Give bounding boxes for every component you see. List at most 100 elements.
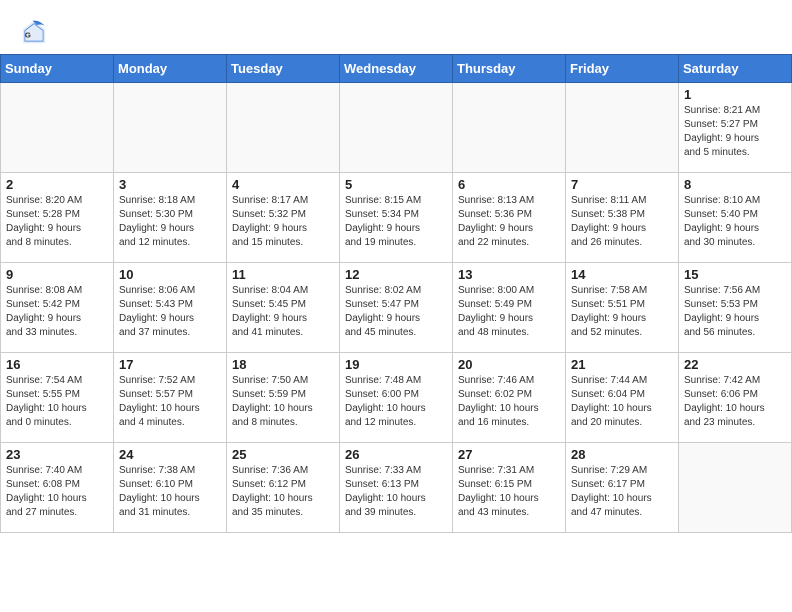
calendar-cell — [453, 83, 566, 173]
logo: G — [20, 18, 52, 46]
day-number: 16 — [6, 357, 108, 372]
day-info: Sunrise: 7:31 AM Sunset: 6:15 PM Dayligh… — [458, 464, 560, 520]
calendar-cell: 18 Sunrise: 7:50 AM Sunset: 5:59 PM Dayli… — [227, 353, 340, 443]
day-info: Sunrise: 8:08 AM Sunset: 5:42 PM Dayligh… — [6, 284, 108, 340]
day-number: 23 — [6, 447, 108, 462]
day-info: Sunrise: 8:04 AM Sunset: 5:45 PM Dayligh… — [232, 284, 334, 340]
day-number: 1 — [684, 87, 786, 102]
day-number: 15 — [684, 267, 786, 282]
day-number: 22 — [684, 357, 786, 372]
day-info: Sunrise: 8:10 AM Sunset: 5:40 PM Dayligh… — [684, 194, 786, 250]
calendar-cell: 2 Sunrise: 8:20 AM Sunset: 5:28 PM Daylig… — [1, 173, 114, 263]
calendar-cell: 3Sunrise: 8:18 AM Sunset: 5:30 PM Daylig… — [114, 173, 227, 263]
column-header-thursday: Thursday — [453, 55, 566, 83]
calendar-table: SundayMondayTuesdayWednesdayThursdayFrid… — [0, 54, 792, 533]
day-number: 26 — [345, 447, 447, 462]
day-number: 7 — [571, 177, 673, 192]
calendar-week-row: 1 Sunrise: 8:21 AM Sunset: 5:27 PM Daylig… — [1, 83, 792, 173]
calendar-cell — [227, 83, 340, 173]
column-header-saturday: Saturday — [679, 55, 792, 83]
day-info: Sunrise: 8:00 AM Sunset: 5:49 PM Dayligh… — [458, 284, 560, 340]
calendar-cell: 24Sunrise: 7:38 AM Sunset: 6:10 PM Dayli… — [114, 443, 227, 533]
logo-icon: G — [20, 18, 48, 46]
day-info: Sunrise: 8:11 AM Sunset: 5:38 PM Dayligh… — [571, 194, 673, 250]
calendar-week-row: 2 Sunrise: 8:20 AM Sunset: 5:28 PM Daylig… — [1, 173, 792, 263]
day-number: 5 — [345, 177, 447, 192]
calendar-cell: 16 Sunrise: 7:54 AM Sunset: 5:55 PM Dayli… — [1, 353, 114, 443]
calendar-cell — [1, 83, 114, 173]
calendar-cell: 8 Sunrise: 8:10 AM Sunset: 5:40 PM Daylig… — [679, 173, 792, 263]
calendar-cell: 27Sunrise: 7:31 AM Sunset: 6:15 PM Dayli… — [453, 443, 566, 533]
day-number: 17 — [119, 357, 221, 372]
day-number: 25 — [232, 447, 334, 462]
calendar-cell: 28 Sunrise: 7:29 AM Sunset: 6:17 PM Dayli… — [566, 443, 679, 533]
day-info: Sunrise: 8:15 AM Sunset: 5:34 PM Dayligh… — [345, 194, 447, 250]
day-number: 21 — [571, 357, 673, 372]
svg-text:G: G — [25, 31, 31, 40]
column-header-tuesday: Tuesday — [227, 55, 340, 83]
calendar-week-row: 16 Sunrise: 7:54 AM Sunset: 5:55 PM Dayli… — [1, 353, 792, 443]
column-header-friday: Friday — [566, 55, 679, 83]
calendar-cell: 17 Sunrise: 7:52 AM Sunset: 5:57 PM Dayli… — [114, 353, 227, 443]
column-header-monday: Monday — [114, 55, 227, 83]
calendar-cell: 9 Sunrise: 8:08 AM Sunset: 5:42 PM Daylig… — [1, 263, 114, 353]
day-info: Sunrise: 7:44 AM Sunset: 6:04 PM Dayligh… — [571, 374, 673, 430]
day-info: Sunrise: 7:40 AM Sunset: 6:08 PM Dayligh… — [6, 464, 108, 520]
day-number: 6 — [458, 177, 560, 192]
calendar-cell: 10 Sunrise: 8:06 AM Sunset: 5:43 PM Dayli… — [114, 263, 227, 353]
day-number: 8 — [684, 177, 786, 192]
day-info: Sunrise: 7:58 AM Sunset: 5:51 PM Dayligh… — [571, 284, 673, 340]
calendar-cell: 11 Sunrise: 8:04 AM Sunset: 5:45 PM Dayli… — [227, 263, 340, 353]
day-info: Sunrise: 7:52 AM Sunset: 5:57 PM Dayligh… — [119, 374, 221, 430]
calendar-cell — [340, 83, 453, 173]
day-info: Sunrise: 8:18 AM Sunset: 5:30 PM Dayligh… — [119, 194, 221, 250]
calendar-cell: 12 Sunrise: 8:02 AM Sunset: 5:47 PM Dayli… — [340, 263, 453, 353]
day-info: Sunrise: 8:20 AM Sunset: 5:28 PM Dayligh… — [6, 194, 108, 250]
day-info: Sunrise: 7:29 AM Sunset: 6:17 PM Dayligh… — [571, 464, 673, 520]
day-info: Sunrise: 7:54 AM Sunset: 5:55 PM Dayligh… — [6, 374, 108, 430]
day-number: 4 — [232, 177, 334, 192]
day-info: Sunrise: 7:42 AM Sunset: 6:06 PM Dayligh… — [684, 374, 786, 430]
calendar-cell: 25Sunrise: 7:36 AM Sunset: 6:12 PM Dayli… — [227, 443, 340, 533]
calendar-week-row: 23 Sunrise: 7:40 AM Sunset: 6:08 PM Dayli… — [1, 443, 792, 533]
calendar-cell — [679, 443, 792, 533]
calendar-cell: 22 Sunrise: 7:42 AM Sunset: 6:06 PM Dayli… — [679, 353, 792, 443]
calendar-cell: 20 Sunrise: 7:46 AM Sunset: 6:02 PM Dayli… — [453, 353, 566, 443]
day-info: Sunrise: 8:13 AM Sunset: 5:36 PM Dayligh… — [458, 194, 560, 250]
day-info: Sunrise: 8:17 AM Sunset: 5:32 PM Dayligh… — [232, 194, 334, 250]
day-info: Sunrise: 7:48 AM Sunset: 6:00 PM Dayligh… — [345, 374, 447, 430]
day-number: 12 — [345, 267, 447, 282]
column-header-sunday: Sunday — [1, 55, 114, 83]
day-number: 10 — [119, 267, 221, 282]
calendar-cell: 7 Sunrise: 8:11 AM Sunset: 5:38 PM Daylig… — [566, 173, 679, 263]
calendar-cell: 13Sunrise: 8:00 AM Sunset: 5:49 PM Dayli… — [453, 263, 566, 353]
day-info: Sunrise: 7:46 AM Sunset: 6:02 PM Dayligh… — [458, 374, 560, 430]
calendar-cell: 14 Sunrise: 7:58 AM Sunset: 5:51 PM Dayli… — [566, 263, 679, 353]
day-info: Sunrise: 7:38 AM Sunset: 6:10 PM Dayligh… — [119, 464, 221, 520]
day-number: 20 — [458, 357, 560, 372]
calendar-header-row: SundayMondayTuesdayWednesdayThursdayFrid… — [1, 55, 792, 83]
day-info: Sunrise: 8:06 AM Sunset: 5:43 PM Dayligh… — [119, 284, 221, 340]
day-number: 9 — [6, 267, 108, 282]
calendar-cell: 26 Sunrise: 7:33 AM Sunset: 6:13 PM Dayli… — [340, 443, 453, 533]
day-number: 28 — [571, 447, 673, 462]
day-number: 19 — [345, 357, 447, 372]
page-header: G — [0, 0, 792, 54]
calendar-cell: 1 Sunrise: 8:21 AM Sunset: 5:27 PM Daylig… — [679, 83, 792, 173]
day-info: Sunrise: 8:02 AM Sunset: 5:47 PM Dayligh… — [345, 284, 447, 340]
day-info: Sunrise: 7:33 AM Sunset: 6:13 PM Dayligh… — [345, 464, 447, 520]
calendar-cell: 5 Sunrise: 8:15 AM Sunset: 5:34 PM Daylig… — [340, 173, 453, 263]
day-number: 18 — [232, 357, 334, 372]
day-info: Sunrise: 8:21 AM Sunset: 5:27 PM Dayligh… — [684, 104, 786, 160]
column-header-wednesday: Wednesday — [340, 55, 453, 83]
day-number: 2 — [6, 177, 108, 192]
calendar-week-row: 9 Sunrise: 8:08 AM Sunset: 5:42 PM Daylig… — [1, 263, 792, 353]
calendar-cell — [114, 83, 227, 173]
day-number: 14 — [571, 267, 673, 282]
day-number: 11 — [232, 267, 334, 282]
calendar-cell: 23 Sunrise: 7:40 AM Sunset: 6:08 PM Dayli… — [1, 443, 114, 533]
calendar-cell: 4 Sunrise: 8:17 AM Sunset: 5:32 PM Daylig… — [227, 173, 340, 263]
day-info: Sunrise: 7:56 AM Sunset: 5:53 PM Dayligh… — [684, 284, 786, 340]
calendar-cell: 6 Sunrise: 8:13 AM Sunset: 5:36 PM Daylig… — [453, 173, 566, 263]
day-info: Sunrise: 7:50 AM Sunset: 5:59 PM Dayligh… — [232, 374, 334, 430]
